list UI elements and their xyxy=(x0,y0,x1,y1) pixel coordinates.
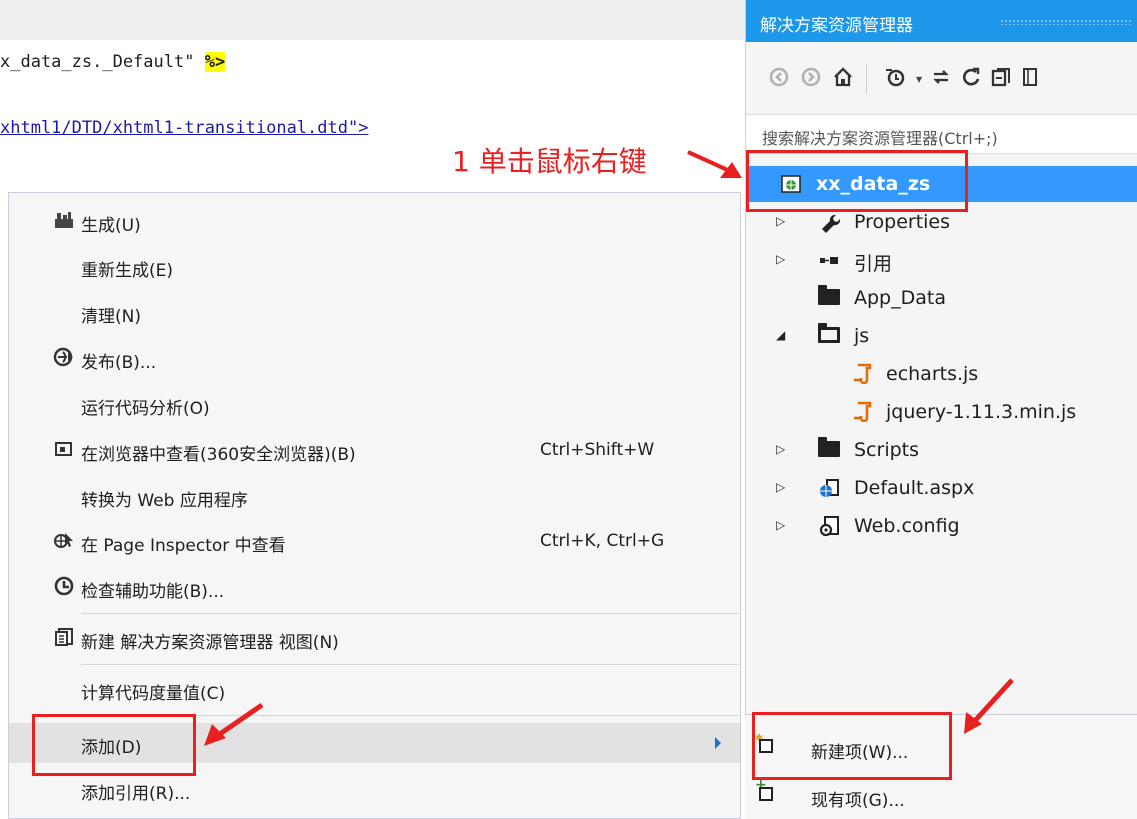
arrow-to-new-item xyxy=(964,678,1014,734)
arrow-to-project xyxy=(687,150,742,178)
annotation-arrows xyxy=(204,150,1014,746)
arrow-to-add xyxy=(204,702,264,746)
